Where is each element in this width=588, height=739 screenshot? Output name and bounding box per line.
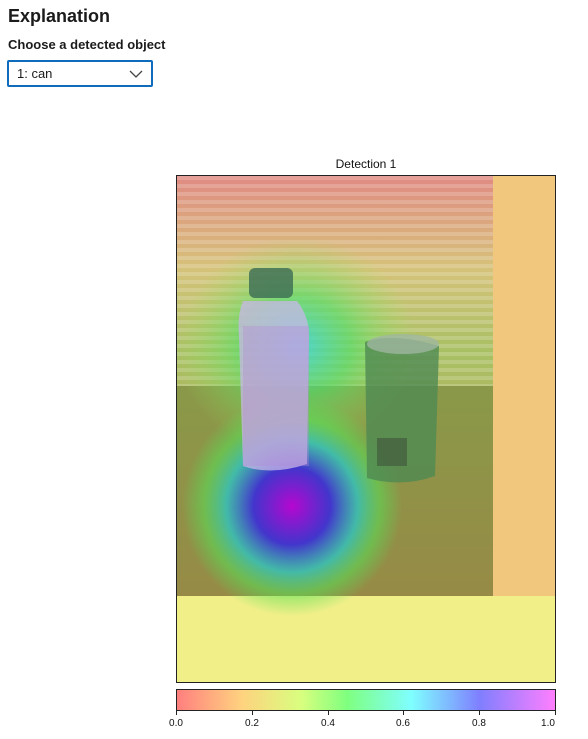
saliency-heatmap bbox=[176, 175, 556, 683]
saliency-heatmap-image bbox=[177, 176, 555, 682]
dropdown-selected-value: 1: can bbox=[17, 66, 53, 81]
colorbar-tick bbox=[328, 711, 329, 715]
colorbar-gradient bbox=[177, 690, 555, 710]
colorbar bbox=[176, 689, 556, 711]
colorbar-tick bbox=[403, 711, 404, 715]
colorbar-tick-label: 0.2 bbox=[245, 718, 259, 729]
explanation-panel: Explanation Choose a detected object 1: … bbox=[0, 0, 588, 739]
colorbar-tick bbox=[555, 711, 556, 715]
colorbar-tick bbox=[176, 711, 177, 715]
colorbar-tick-label: 0.4 bbox=[321, 718, 335, 729]
page-title: Explanation bbox=[8, 6, 111, 26]
colorbar-tick-label: 1.0 bbox=[541, 718, 555, 729]
colorbar-tick-label: 0.8 bbox=[472, 718, 486, 729]
colorbar-tick-label: 0.6 bbox=[396, 718, 410, 729]
colorbar-tick bbox=[252, 711, 253, 715]
colorbar-tick-label: 0.0 bbox=[169, 718, 183, 729]
plot-title: Detection 1 bbox=[335, 157, 397, 171]
colorbar-ticks: 0.0 0.2 0.4 0.6 0.8 1.0 bbox=[169, 711, 556, 737]
dropdown-label: Choose a detected object bbox=[8, 37, 166, 52]
chevron-down-icon bbox=[129, 70, 143, 78]
detected-object-dropdown[interactable]: 1: can bbox=[7, 60, 153, 87]
colorbar-tick bbox=[479, 711, 480, 715]
